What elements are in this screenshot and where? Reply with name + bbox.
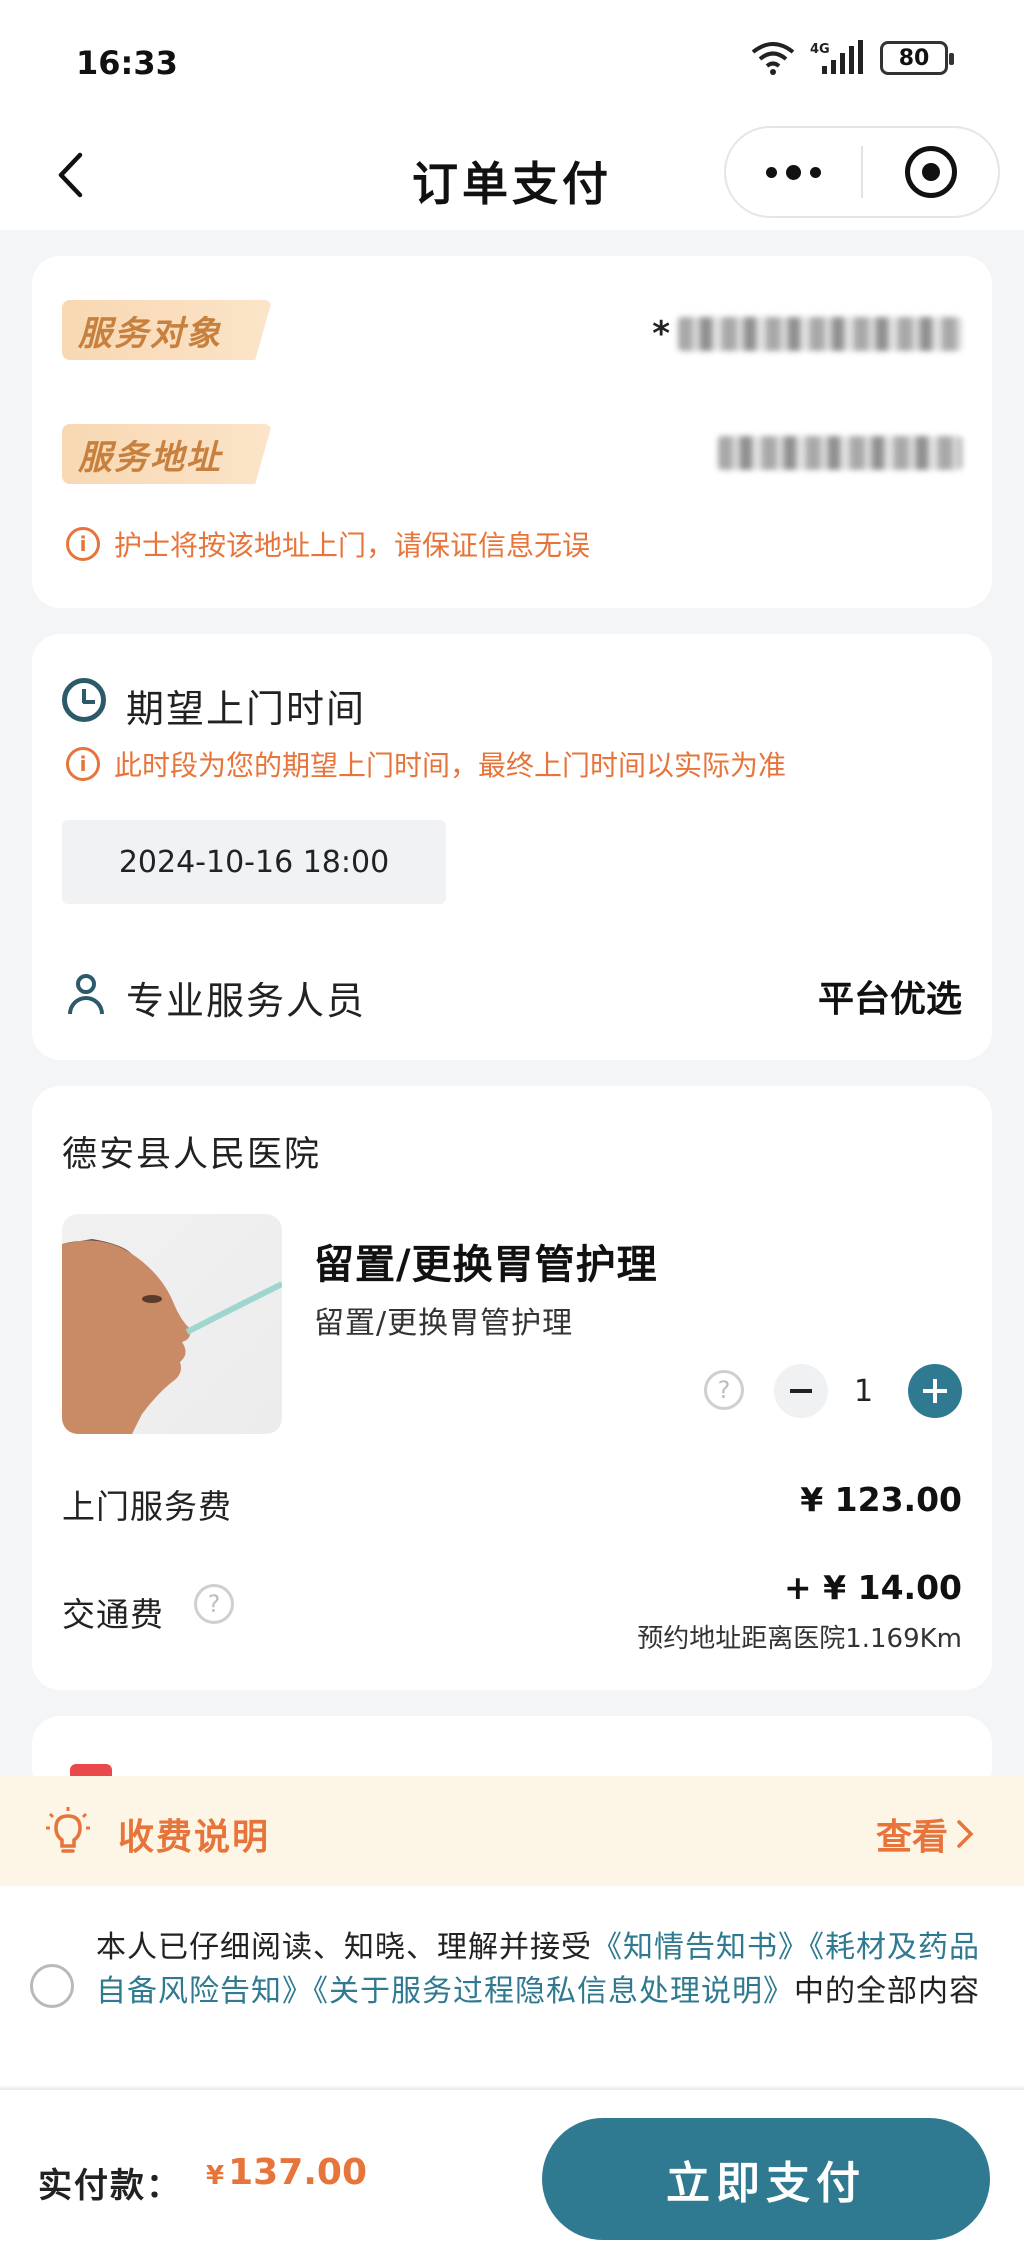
product-subtitle: 留置/更换胃管护理 xyxy=(314,1306,574,1341)
more-button[interactable] xyxy=(726,128,861,216)
fee-notice-view-link[interactable]: 查看 xyxy=(876,1808,974,1860)
service-info-card: 服务对象 * 服务地址 i 护士将按该地址上门，请保证信息无误 xyxy=(32,256,992,608)
battery-icon: 80 xyxy=(880,41,954,75)
view-link-label: 查看 xyxy=(875,1817,948,1858)
transport-fee-label: 交通费 xyxy=(62,1595,164,1634)
agreement-checkbox[interactable] xyxy=(30,1964,74,2008)
visit-time-title: 期望上门时间 xyxy=(126,687,367,731)
fee-notice-bar[interactable]: 收费说明 查看 xyxy=(0,1776,1024,1886)
patient-profile-image xyxy=(62,1239,282,1434)
distance-note: 预约地址距离医院1.169Km xyxy=(637,1624,962,1654)
minus-icon xyxy=(790,1389,812,1393)
order-card: 德安县人民医院 留置/更换胃管护理 留置/更换胃管护理 ? 1 上门服务费 ¥ … xyxy=(32,1086,992,1690)
bottom-pay-bar: 实付款： ¥137.00 立即支付 xyxy=(0,2088,1024,2268)
mini-program-capsule xyxy=(724,126,1000,218)
blurred-name xyxy=(678,317,962,351)
datetime-picker[interactable]: 2024-10-16 18:00 xyxy=(62,820,446,904)
staff-value[interactable]: 平台优选 xyxy=(818,970,962,1022)
currency-symbol: ¥ xyxy=(206,2161,225,2191)
service-address-tag: 服务地址 xyxy=(62,424,272,484)
address-warning: i 护士将按该地址上门，请保证信息无误 xyxy=(66,524,590,564)
service-target-tag: 服务对象 xyxy=(62,300,272,360)
blurred-address[interactable] xyxy=(718,436,962,470)
quantity-value[interactable]: 1 xyxy=(854,1374,873,1409)
masked-prefix: * xyxy=(652,314,670,354)
status-bar: 16:33 4G 80 xyxy=(0,0,1024,120)
info-icon: i xyxy=(66,747,100,781)
pay-label: 实付款： xyxy=(38,2166,182,2206)
chevron-right-icon xyxy=(957,1820,974,1848)
visit-time-card: 期望上门时间 i 此时段为您的期望上门时间，最终上门时间以实际为准 2024-1… xyxy=(32,634,992,1060)
address-warning-text: 护士将按该地址上门，请保证信息无误 xyxy=(114,529,591,562)
time-warning-text: 此时段为您的期望上门时间，最终上门时间以实际为准 xyxy=(114,749,787,782)
time-warning: i 此时段为您的期望上门时间，最终上门时间以实际为准 xyxy=(66,744,786,784)
product-image xyxy=(62,1214,282,1434)
plus-icon xyxy=(923,1379,947,1403)
transport-fee-value: + ¥ 14.00 xyxy=(784,1568,962,1607)
close-button[interactable] xyxy=(863,128,998,216)
person-icon xyxy=(66,972,106,1016)
more-dots-icon xyxy=(766,164,821,180)
transport-help-icon[interactable]: ? xyxy=(194,1584,234,1624)
product-title: 留置/更换胃管护理 xyxy=(314,1242,658,1288)
status-icons: 4G 80 xyxy=(750,40,954,76)
agreement-section: 本人已仔细阅读、知晓、理解并接受《知情告知书》《耗材及药品自备风险告知》《关于服… xyxy=(0,1886,1024,2086)
staff-label: 专业服务人员 xyxy=(126,979,367,1023)
agreement-prefix: 本人已仔细阅读、知晓、理解并接受 xyxy=(96,1930,592,1965)
pay-amount: ¥137.00 xyxy=(206,2152,367,2193)
privacy-notice-link[interactable]: 《关于服务过程隐私信息处理说明》 xyxy=(313,1974,794,2009)
clock-icon xyxy=(62,678,106,722)
agreement-suffix: 中的全部内容 xyxy=(794,1974,980,2009)
decrease-button[interactable] xyxy=(774,1364,828,1418)
informed-consent-link[interactable]: 《知情告知书》 xyxy=(592,1930,809,1965)
svg-text:4G: 4G xyxy=(810,42,830,57)
signal-icon: 4G xyxy=(810,40,863,74)
lightbulb-icon xyxy=(46,1807,90,1853)
amount-value: 137.00 xyxy=(228,2152,368,2193)
pay-now-button[interactable]: 立即支付 xyxy=(542,2118,990,2240)
help-icon[interactable]: ? xyxy=(704,1370,744,1410)
service-fee-value: ¥ 123.00 xyxy=(800,1480,962,1519)
nav-bar: 订单支付 xyxy=(0,120,1024,230)
target-icon xyxy=(904,146,957,198)
fee-notice-title: 收费说明 xyxy=(118,1817,271,1858)
service-fee-label: 上门服务费 xyxy=(62,1487,232,1526)
agreement-text: 本人已仔细阅读、知晓、理解并接受《知情告知书》《耗材及药品自备风险告知》《关于服… xyxy=(96,1926,986,2014)
service-target-value[interactable]: * xyxy=(652,314,962,354)
increase-button[interactable] xyxy=(908,1364,962,1418)
wifi-icon xyxy=(751,42,795,75)
hospital-name: 德安县人民医院 xyxy=(62,1135,322,1175)
status-time: 16:33 xyxy=(76,44,178,82)
info-icon: i xyxy=(66,527,100,561)
